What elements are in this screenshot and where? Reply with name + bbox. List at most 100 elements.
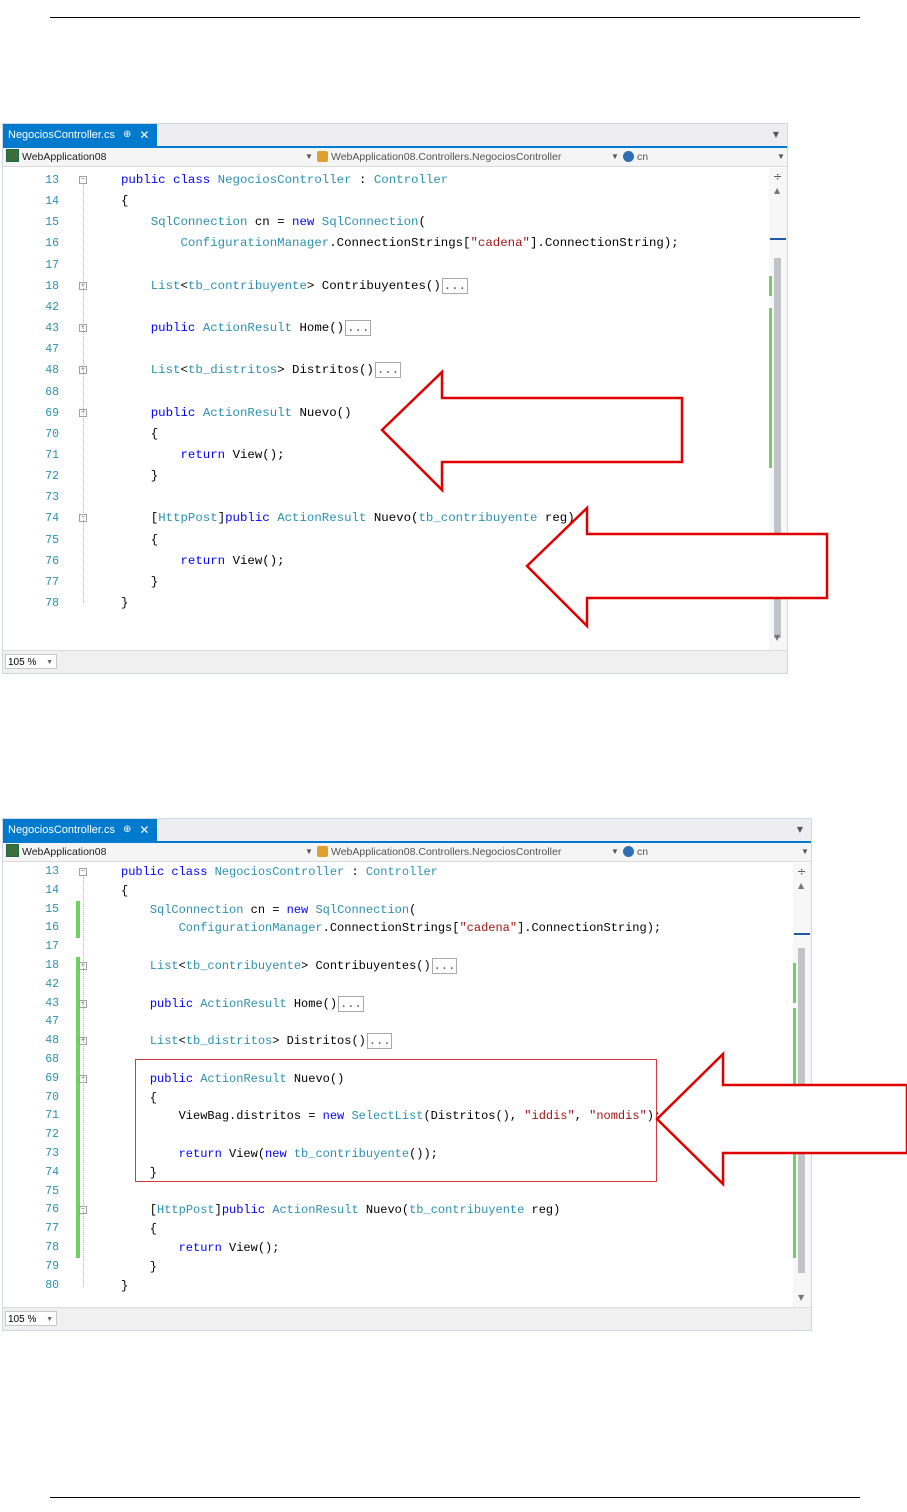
line-number: 79 bbox=[45, 1259, 59, 1273]
member-dropdown[interactable]: cn bbox=[623, 148, 763, 166]
split-icon[interactable]: ÷ bbox=[773, 170, 782, 183]
line-number: 17 bbox=[45, 258, 59, 272]
code-line[interactable]: 16 ConfigurationManager.ConnectionString… bbox=[3, 233, 769, 254]
code-text: { bbox=[121, 191, 128, 212]
chevron-down-icon[interactable]: ▼ bbox=[611, 148, 619, 166]
document-tab-strip: NegociosController.cs ⊕ ✕ ▼ bbox=[3, 819, 811, 843]
close-icon[interactable]: ✕ bbox=[139, 819, 149, 841]
scroll-up-icon[interactable]: ▲ bbox=[774, 186, 780, 195]
chevron-down-icon[interactable]: ▼ bbox=[777, 148, 785, 166]
code-line[interactable]: 13 − public class NegociosController : Con… bbox=[3, 863, 793, 882]
tab-list-dropdown-icon[interactable]: ▼ bbox=[773, 130, 779, 139]
code-token: .ConnectionStrings[ bbox=[322, 921, 460, 936]
class-dropdown[interactable]: WebApplication08.Controllers.NegociosCon… bbox=[317, 843, 607, 861]
collapse-outline-icon[interactable]: − bbox=[79, 176, 87, 184]
code-line[interactable]: 43 + public ActionResult Home()... bbox=[3, 318, 769, 339]
line-number: 70 bbox=[45, 427, 59, 441]
line-number: 73 bbox=[45, 1147, 59, 1160]
code-token: SqlConnection bbox=[149, 902, 244, 917]
code-token: SqlConnection bbox=[150, 215, 248, 230]
code-token: public class bbox=[121, 173, 218, 187]
code-line[interactable]: 16 ConfigurationManager.ConnectionString… bbox=[3, 919, 793, 938]
member-name: cn bbox=[637, 846, 649, 858]
chevron-down-icon[interactable]: ▼ bbox=[801, 843, 809, 861]
code-token: ActionResult bbox=[202, 405, 293, 420]
code-token: } bbox=[121, 1278, 129, 1293]
code-line[interactable]: 18 + List<tb_contribuyente> Contribuyente… bbox=[3, 957, 793, 976]
project-name: WebApplication08 bbox=[22, 151, 107, 163]
document-tab[interactable]: NegociosController.cs ⊕ ✕ bbox=[3, 124, 158, 146]
code-line[interactable]: 47 bbox=[3, 339, 769, 360]
code-token: } bbox=[121, 469, 159, 484]
scroll-down-icon[interactable]: ▼ bbox=[798, 1293, 804, 1302]
code-line[interactable]: 79 } bbox=[3, 1258, 793, 1277]
project-dropdown[interactable]: WebApplication08 bbox=[6, 843, 306, 861]
navigation-bar: WebApplication08 ▼ WebApplication08.Cont… bbox=[3, 843, 811, 862]
code-line[interactable]: 76− [HttpPost]public ActionResult Nuevo(… bbox=[3, 1201, 793, 1220]
scroll-up-icon[interactable]: ▲ bbox=[798, 881, 804, 890]
pin-icon[interactable]: ⊕ bbox=[123, 819, 131, 841]
code-token: ActionResult bbox=[200, 996, 287, 1011]
code-line[interactable]: 18 + List<tb_contribuyente> Contribuyente… bbox=[3, 276, 769, 297]
code-token: { bbox=[121, 1222, 158, 1237]
code-line[interactable]: 78 return View(); bbox=[3, 1239, 793, 1258]
code-line[interactable]: 17 bbox=[3, 938, 793, 957]
document-tab-strip: NegociosController.cs ⊕ ✕ ▼ bbox=[3, 124, 787, 148]
class-dropdown[interactable]: WebApplication08.Controllers.NegociosCon… bbox=[317, 148, 607, 166]
split-icon[interactable]: ÷ bbox=[797, 865, 806, 878]
zoom-dropdown[interactable]: 105 % ▼ bbox=[5, 654, 57, 669]
line-number: 48 bbox=[45, 364, 59, 378]
project-icon bbox=[6, 149, 19, 162]
code-line[interactable]: 43 + public ActionResult Home()... bbox=[3, 995, 793, 1014]
code-line[interactable]: 15 SqlConnection cn = new SqlConnection( bbox=[3, 212, 769, 233]
code-line[interactable]: 42 bbox=[3, 297, 769, 318]
collapsed-region-button[interactable]: ... bbox=[338, 995, 364, 1012]
line-number: 18 bbox=[45, 279, 59, 293]
collapsed-region-button[interactable]: ... bbox=[431, 958, 458, 974]
chevron-down-icon[interactable]: ▼ bbox=[611, 843, 619, 861]
code-token: public bbox=[225, 511, 278, 526]
code-token: Nuevo( bbox=[366, 511, 419, 526]
code-line[interactable]: 14 { bbox=[3, 191, 769, 212]
line-number: 14 bbox=[45, 883, 59, 897]
code-token: ActionResult bbox=[277, 511, 367, 526]
zoom-dropdown[interactable]: 105 % ▼ bbox=[5, 1311, 57, 1326]
code-text: List<tb_contribuyente> Contribuyentes().… bbox=[121, 276, 469, 297]
code-token: NegociosController bbox=[217, 173, 352, 187]
pin-icon[interactable]: ⊕ bbox=[123, 124, 131, 146]
code-line[interactable]: 14 { bbox=[3, 882, 793, 901]
collapse-outline-icon[interactable]: − bbox=[79, 868, 87, 876]
line-number: 78 bbox=[45, 597, 59, 610]
code-line[interactable]: 17 bbox=[3, 255, 769, 276]
line-number: 72 bbox=[45, 1128, 59, 1142]
line-number: 43 bbox=[45, 996, 59, 1010]
chevron-down-icon[interactable]: ▼ bbox=[305, 148, 313, 166]
code-line[interactable]: 15 SqlConnection cn = new SqlConnection( bbox=[3, 901, 793, 920]
chevron-down-icon[interactable]: ▼ bbox=[305, 843, 313, 861]
code-line[interactable]: 47 bbox=[3, 1013, 793, 1032]
project-dropdown[interactable]: WebApplication08 bbox=[6, 148, 306, 166]
collapsed-region-button[interactable]: ... bbox=[345, 320, 372, 337]
code-line[interactable]: 80} bbox=[3, 1277, 793, 1296]
line-number: 15 bbox=[45, 216, 59, 230]
close-icon[interactable]: ✕ bbox=[139, 124, 149, 146]
code-text: return View(); bbox=[121, 445, 285, 466]
code-token: View(); bbox=[229, 1241, 280, 1255]
code-token: List bbox=[149, 1034, 179, 1049]
code-line[interactable]: 42 bbox=[3, 976, 793, 995]
collapsed-region-button[interactable]: ... bbox=[441, 277, 469, 294]
code-text: { bbox=[121, 882, 128, 901]
collapsed-region-button[interactable]: ... bbox=[366, 1033, 393, 1050]
code-line[interactable]: 77 { bbox=[3, 1220, 793, 1239]
code-token: cn = bbox=[243, 902, 287, 917]
document-tab[interactable]: NegociosController.cs ⊕ ✕ bbox=[3, 819, 158, 841]
tab-list-dropdown-icon[interactable]: ▼ bbox=[797, 825, 803, 834]
member-dropdown[interactable]: cn bbox=[623, 843, 763, 861]
code-token: Nuevo( bbox=[358, 1203, 410, 1218]
code-line[interactable]: 13 − public class NegociosController : Con… bbox=[3, 170, 769, 191]
red-arrow-left bbox=[525, 505, 829, 630]
code-token: > Contribuyentes() bbox=[306, 278, 441, 293]
